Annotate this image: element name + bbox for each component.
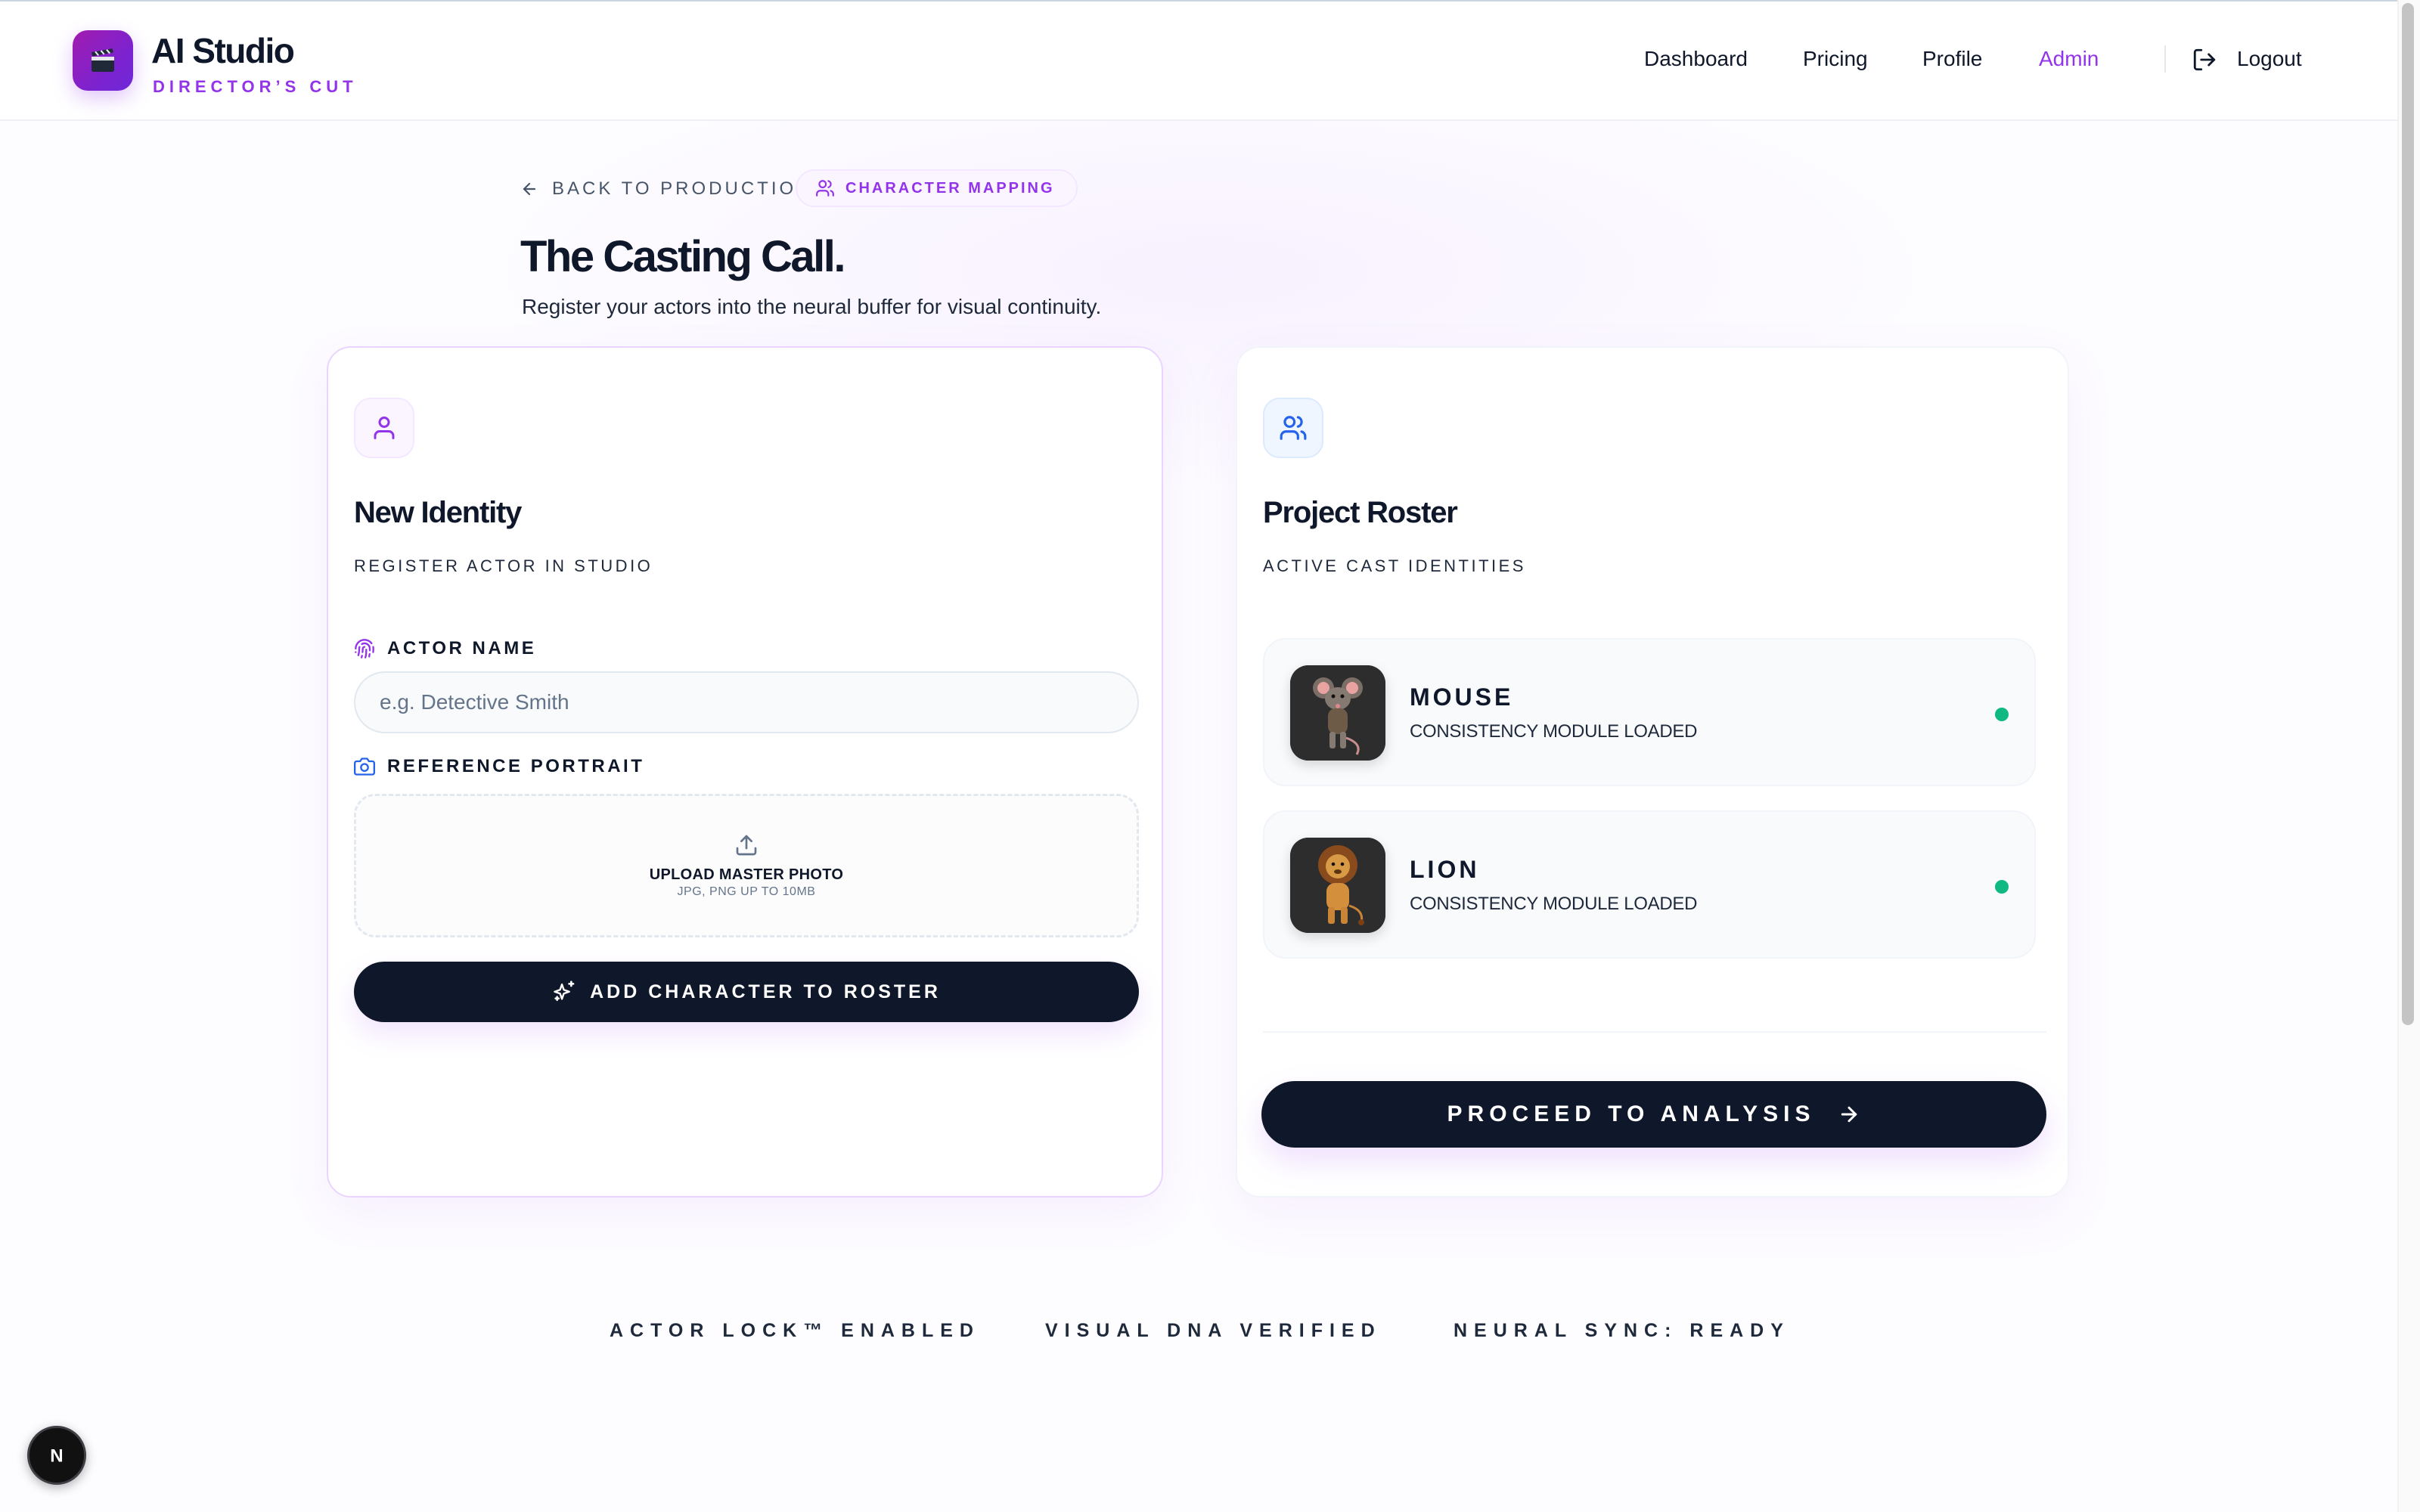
lion-avatar bbox=[1290, 838, 1385, 933]
nav-link-profile[interactable]: Profile bbox=[1922, 47, 1982, 71]
proceed-button-label: PROCEED TO ANALYSIS bbox=[1447, 1101, 1816, 1126]
nav-link-pricing[interactable]: Pricing bbox=[1803, 47, 1868, 71]
svg-text:N: N bbox=[50, 1446, 63, 1467]
user-icon-badge bbox=[354, 398, 414, 458]
nav-divider bbox=[2164, 45, 2166, 73]
project-roster-title: Project Roster bbox=[1263, 496, 1458, 529]
nav-link-dashboard[interactable]: Dashboard bbox=[1644, 47, 1748, 71]
chip-label: CHARACTER MAPPING bbox=[845, 179, 1055, 197]
reference-portrait-label: REFERENCE PORTRAIT bbox=[354, 756, 644, 777]
add-character-button[interactable]: ADD CHARACTER TO ROSTER bbox=[354, 962, 1139, 1022]
footer-badge-visual-dna: VISUAL DNA VERIFIED bbox=[1045, 1320, 1382, 1341]
brand-subtitle: DIRECTOR’S CUT bbox=[153, 77, 358, 96]
sparkles-icon bbox=[554, 981, 575, 1001]
actor-name-label-text: ACTOR NAME bbox=[387, 638, 537, 658]
lion-avatar-image bbox=[1290, 838, 1385, 933]
logout-icon[interactable] bbox=[2192, 47, 2217, 73]
app-header: AI Studio DIRECTOR’S CUT Dashboard Prici… bbox=[0, 2, 2420, 121]
back-link-label: BACK TO PRODUCTION bbox=[552, 178, 813, 199]
arrow-right-icon bbox=[1841, 1106, 1857, 1123]
new-identity-card: New Identity REGISTER ACTOR IN STUDIO AC… bbox=[327, 346, 1163, 1198]
status-dot-mouse bbox=[1995, 708, 2009, 721]
page-subtitle: Register your actors into the neural buf… bbox=[522, 295, 1102, 318]
camera-icon bbox=[354, 758, 375, 776]
status-dot-lion bbox=[1995, 880, 2009, 894]
project-roster-subtitle: ACTIVE CAST IDENTITIES bbox=[1263, 556, 1526, 575]
footer-badge-actor-lock: ACTOR LOCK™ ENABLED bbox=[610, 1320, 980, 1341]
add-character-button-label: ADD CHARACTER TO ROSTER bbox=[590, 981, 941, 1002]
user-icon bbox=[374, 417, 395, 439]
arrow-left-icon bbox=[523, 182, 536, 196]
new-identity-subtitle: REGISTER ACTOR IN STUDIO bbox=[354, 556, 653, 575]
project-roster-card: Project Roster ACTIVE CAST IDENTITIES MO… bbox=[1236, 346, 2069, 1198]
scrollbar-thumb[interactable] bbox=[2402, 3, 2414, 1025]
fingerprint-icon bbox=[355, 639, 374, 658]
users-icon-badge bbox=[1263, 398, 1323, 458]
page-title: The Casting Call. bbox=[520, 232, 846, 281]
users-icon bbox=[816, 180, 834, 197]
upload-icon bbox=[736, 835, 757, 855]
back-to-production-link[interactable]: BACK TO PRODUCTION bbox=[520, 175, 812, 203]
upload-hint: JPG, PNG UP TO 10MB bbox=[677, 885, 816, 898]
actor-status-mouse: CONSISTENCY MODULE LOADED bbox=[1410, 721, 1698, 742]
actor-name-mouse: MOUSE bbox=[1410, 683, 1514, 711]
main-nav: Dashboard Pricing Profile Admin Logout bbox=[0, 45, 2420, 77]
footer-badge-neural-sync: NEURAL SYNC: READY bbox=[1454, 1320, 1790, 1341]
roster-item-lion[interactable]: LION CONSISTENCY MODULE LOADED bbox=[1263, 810, 2036, 959]
actor-name-input[interactable] bbox=[354, 671, 1139, 733]
mouse-avatar-image bbox=[1290, 665, 1385, 761]
n-logo-icon: N bbox=[50, 1446, 63, 1467]
upload-title: UPLOAD MASTER PHOTO bbox=[649, 866, 844, 883]
reference-portrait-label-text: REFERENCE PORTRAIT bbox=[387, 756, 645, 776]
users-icon bbox=[1280, 416, 1307, 440]
upload-dropzone[interactable]: UPLOAD MASTER PHOTO JPG, PNG UP TO 10MB bbox=[354, 794, 1139, 937]
new-identity-title: New Identity bbox=[354, 496, 522, 529]
actor-name-lion: LION bbox=[1410, 856, 1480, 883]
roster-divider bbox=[1263, 1031, 2046, 1033]
footer-badges: ACTOR LOCK™ ENABLED VISUAL DNA VERIFIED … bbox=[0, 1320, 2420, 1350]
dev-tools-button[interactable]: N bbox=[27, 1426, 86, 1485]
actor-name-label: ACTOR NAME bbox=[354, 638, 536, 659]
actor-status-lion: CONSISTENCY MODULE LOADED bbox=[1410, 894, 1698, 914]
nav-link-admin[interactable]: Admin bbox=[2039, 47, 2099, 71]
proceed-to-analysis-button[interactable]: PROCEED TO ANALYSIS bbox=[1261, 1081, 2046, 1148]
mouse-avatar bbox=[1290, 665, 1385, 761]
character-mapping-chip: CHARACTER MAPPING bbox=[796, 169, 1078, 207]
logout-button[interactable]: Logout bbox=[2237, 47, 2302, 71]
roster-item-mouse[interactable]: MOUSE CONSISTENCY MODULE LOADED bbox=[1263, 638, 2036, 786]
